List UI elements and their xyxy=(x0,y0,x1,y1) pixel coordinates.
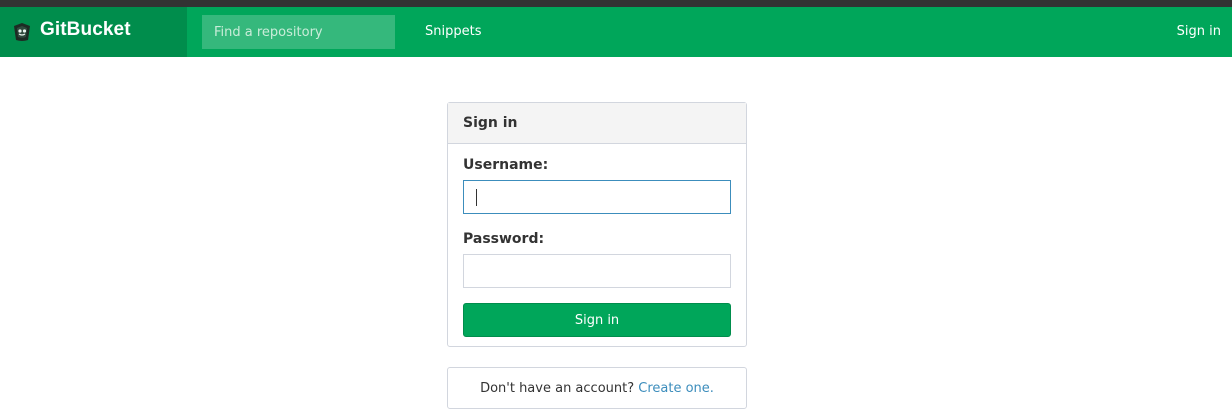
signin-panel: Sign in Username: Password: Sign in xyxy=(447,102,747,347)
nav-link-snippets[interactable]: Snippets xyxy=(425,24,481,39)
search-input[interactable] xyxy=(202,15,395,49)
username-field[interactable] xyxy=(463,180,731,214)
password-field[interactable] xyxy=(463,254,731,288)
brand[interactable]: GitBucket xyxy=(0,7,187,57)
signup-prompt: Don't have an account? xyxy=(480,381,639,396)
window-top-strip xyxy=(0,0,1232,7)
signin-button[interactable]: Sign in xyxy=(463,303,731,337)
header-signin-link[interactable]: Sign in xyxy=(1177,24,1221,39)
signin-panel-title: Sign in xyxy=(448,103,746,144)
text-caret xyxy=(476,189,477,206)
username-label: Username: xyxy=(463,157,549,173)
password-label: Password: xyxy=(463,231,545,247)
top-navbar: GitBucket Snippets Sign in xyxy=(0,7,1232,57)
gitbucket-logo-icon xyxy=(11,21,33,43)
create-account-link[interactable]: Create one. xyxy=(638,381,714,396)
brand-name: GitBucket xyxy=(40,19,131,40)
signup-box: Don't have an account? Create one. xyxy=(447,367,747,409)
